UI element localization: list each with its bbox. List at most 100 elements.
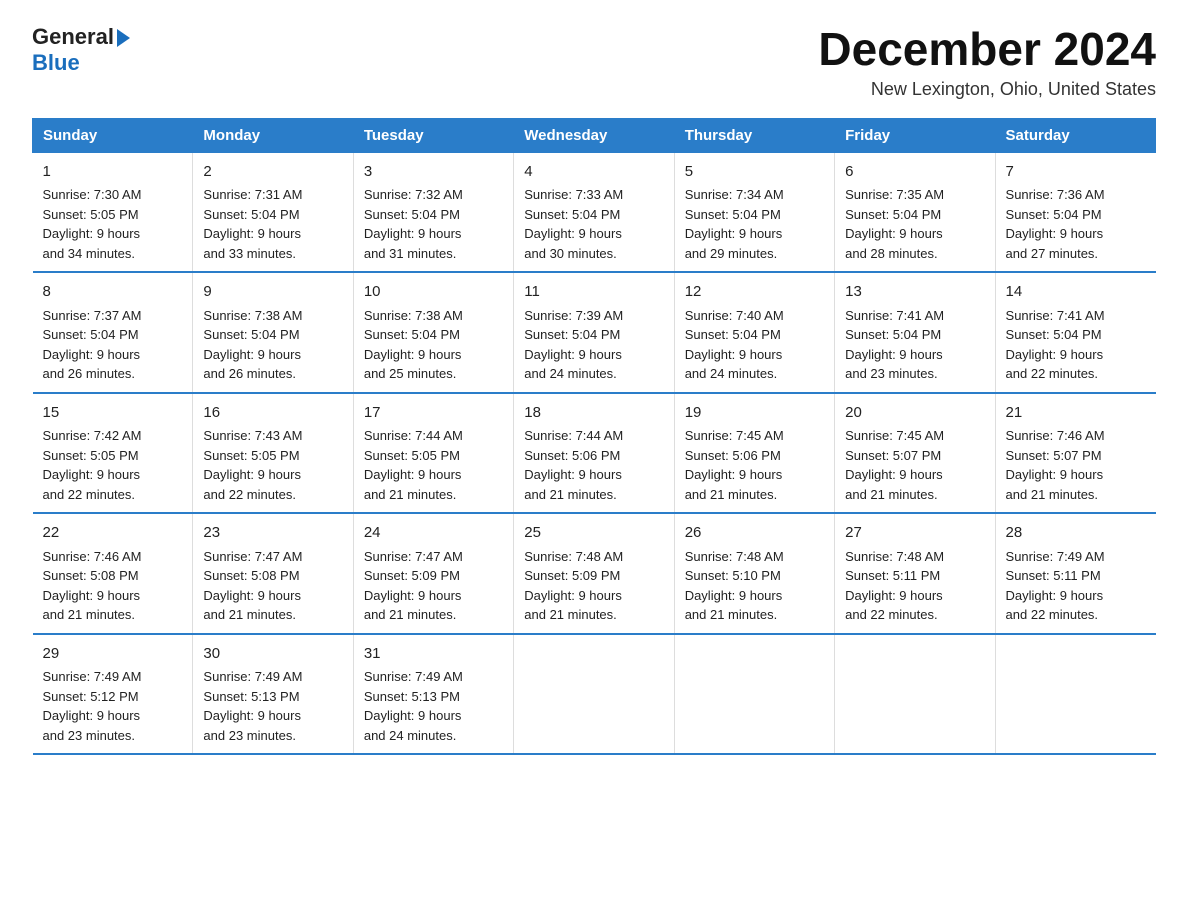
calendar-cell: 18 Sunrise: 7:44 AMSunset: 5:06 PMDaylig… (514, 393, 674, 514)
calendar-cell: 4 Sunrise: 7:33 AMSunset: 5:04 PMDayligh… (514, 152, 674, 272)
logo-arrow-icon (117, 29, 130, 47)
calendar-cell (674, 634, 834, 755)
calendar-cell: 24 Sunrise: 7:47 AMSunset: 5:09 PMDaylig… (353, 513, 513, 634)
calendar-cell: 22 Sunrise: 7:46 AMSunset: 5:08 PMDaylig… (33, 513, 193, 634)
page-header: General Blue December 2024 New Lexington… (32, 24, 1156, 100)
calendar-header: Sunday Monday Tuesday Wednesday Thursday… (33, 118, 1156, 152)
col-friday: Friday (835, 118, 995, 152)
day-info: Sunrise: 7:31 AMSunset: 5:04 PMDaylight:… (203, 187, 302, 261)
col-saturday: Saturday (995, 118, 1155, 152)
day-number: 19 (685, 402, 824, 425)
day-number: 12 (685, 281, 824, 304)
day-number: 15 (43, 402, 183, 425)
day-number: 23 (203, 522, 342, 545)
day-info: Sunrise: 7:49 AMSunset: 5:13 PMDaylight:… (203, 669, 302, 743)
calendar-cell: 1 Sunrise: 7:30 AMSunset: 5:05 PMDayligh… (33, 152, 193, 272)
calendar-cell: 5 Sunrise: 7:34 AMSunset: 5:04 PMDayligh… (674, 152, 834, 272)
calendar-week-row: 29 Sunrise: 7:49 AMSunset: 5:12 PMDaylig… (33, 634, 1156, 755)
day-info: Sunrise: 7:40 AMSunset: 5:04 PMDaylight:… (685, 308, 784, 382)
calendar-cell: 30 Sunrise: 7:49 AMSunset: 5:13 PMDaylig… (193, 634, 353, 755)
day-number: 21 (1006, 402, 1146, 425)
day-info: Sunrise: 7:48 AMSunset: 5:10 PMDaylight:… (685, 549, 784, 623)
day-number: 24 (364, 522, 503, 545)
calendar-cell: 17 Sunrise: 7:44 AMSunset: 5:05 PMDaylig… (353, 393, 513, 514)
day-info: Sunrise: 7:49 AMSunset: 5:12 PMDaylight:… (43, 669, 142, 743)
day-info: Sunrise: 7:49 AMSunset: 5:13 PMDaylight:… (364, 669, 463, 743)
calendar-cell: 23 Sunrise: 7:47 AMSunset: 5:08 PMDaylig… (193, 513, 353, 634)
calendar-cell: 9 Sunrise: 7:38 AMSunset: 5:04 PMDayligh… (193, 272, 353, 393)
day-number: 25 (524, 522, 663, 545)
day-info: Sunrise: 7:48 AMSunset: 5:09 PMDaylight:… (524, 549, 623, 623)
day-info: Sunrise: 7:42 AMSunset: 5:05 PMDaylight:… (43, 428, 142, 502)
title-section: December 2024 New Lexington, Ohio, Unite… (818, 24, 1156, 100)
day-info: Sunrise: 7:43 AMSunset: 5:05 PMDaylight:… (203, 428, 302, 502)
day-number: 31 (364, 643, 503, 666)
day-number: 26 (685, 522, 824, 545)
calendar-cell (835, 634, 995, 755)
day-number: 10 (364, 281, 503, 304)
calendar-week-row: 22 Sunrise: 7:46 AMSunset: 5:08 PMDaylig… (33, 513, 1156, 634)
day-number: 2 (203, 161, 342, 184)
calendar-cell: 28 Sunrise: 7:49 AMSunset: 5:11 PMDaylig… (995, 513, 1155, 634)
calendar-cell: 31 Sunrise: 7:49 AMSunset: 5:13 PMDaylig… (353, 634, 513, 755)
day-number: 6 (845, 161, 984, 184)
col-thursday: Thursday (674, 118, 834, 152)
day-number: 8 (43, 281, 183, 304)
location-subtitle: New Lexington, Ohio, United States (818, 79, 1156, 100)
day-info: Sunrise: 7:39 AMSunset: 5:04 PMDaylight:… (524, 308, 623, 382)
day-info: Sunrise: 7:33 AMSunset: 5:04 PMDaylight:… (524, 187, 623, 261)
calendar-cell: 3 Sunrise: 7:32 AMSunset: 5:04 PMDayligh… (353, 152, 513, 272)
day-info: Sunrise: 7:38 AMSunset: 5:04 PMDaylight:… (203, 308, 302, 382)
day-info: Sunrise: 7:35 AMSunset: 5:04 PMDaylight:… (845, 187, 944, 261)
calendar-week-row: 8 Sunrise: 7:37 AMSunset: 5:04 PMDayligh… (33, 272, 1156, 393)
month-title: December 2024 (818, 24, 1156, 75)
calendar-cell: 21 Sunrise: 7:46 AMSunset: 5:07 PMDaylig… (995, 393, 1155, 514)
day-number: 29 (43, 643, 183, 666)
calendar-cell: 27 Sunrise: 7:48 AMSunset: 5:11 PMDaylig… (835, 513, 995, 634)
calendar-cell: 29 Sunrise: 7:49 AMSunset: 5:12 PMDaylig… (33, 634, 193, 755)
calendar-cell (514, 634, 674, 755)
day-number: 22 (43, 522, 183, 545)
col-monday: Monday (193, 118, 353, 152)
day-info: Sunrise: 7:45 AMSunset: 5:07 PMDaylight:… (845, 428, 944, 502)
day-info: Sunrise: 7:41 AMSunset: 5:04 PMDaylight:… (1006, 308, 1105, 382)
day-number: 13 (845, 281, 984, 304)
day-number: 7 (1006, 161, 1146, 184)
header-row: Sunday Monday Tuesday Wednesday Thursday… (33, 118, 1156, 152)
day-info: Sunrise: 7:36 AMSunset: 5:04 PMDaylight:… (1006, 187, 1105, 261)
col-tuesday: Tuesday (353, 118, 513, 152)
calendar-week-row: 15 Sunrise: 7:42 AMSunset: 5:05 PMDaylig… (33, 393, 1156, 514)
day-info: Sunrise: 7:48 AMSunset: 5:11 PMDaylight:… (845, 549, 944, 623)
day-number: 27 (845, 522, 984, 545)
day-number: 20 (845, 402, 984, 425)
col-wednesday: Wednesday (514, 118, 674, 152)
calendar-table: Sunday Monday Tuesday Wednesday Thursday… (32, 118, 1156, 756)
day-number: 16 (203, 402, 342, 425)
day-number: 30 (203, 643, 342, 666)
day-info: Sunrise: 7:46 AMSunset: 5:08 PMDaylight:… (43, 549, 142, 623)
calendar-cell: 13 Sunrise: 7:41 AMSunset: 5:04 PMDaylig… (835, 272, 995, 393)
day-info: Sunrise: 7:44 AMSunset: 5:06 PMDaylight:… (524, 428, 623, 502)
logo-general-text: General (32, 24, 114, 50)
day-number: 28 (1006, 522, 1146, 545)
calendar-cell: 19 Sunrise: 7:45 AMSunset: 5:06 PMDaylig… (674, 393, 834, 514)
calendar-cell: 7 Sunrise: 7:36 AMSunset: 5:04 PMDayligh… (995, 152, 1155, 272)
day-info: Sunrise: 7:32 AMSunset: 5:04 PMDaylight:… (364, 187, 463, 261)
day-info: Sunrise: 7:38 AMSunset: 5:04 PMDaylight:… (364, 308, 463, 382)
day-info: Sunrise: 7:47 AMSunset: 5:08 PMDaylight:… (203, 549, 302, 623)
calendar-cell: 11 Sunrise: 7:39 AMSunset: 5:04 PMDaylig… (514, 272, 674, 393)
calendar-cell: 25 Sunrise: 7:48 AMSunset: 5:09 PMDaylig… (514, 513, 674, 634)
calendar-body: 1 Sunrise: 7:30 AMSunset: 5:05 PMDayligh… (33, 152, 1156, 754)
day-number: 18 (524, 402, 663, 425)
day-number: 5 (685, 161, 824, 184)
logo: General Blue (32, 24, 130, 76)
calendar-week-row: 1 Sunrise: 7:30 AMSunset: 5:05 PMDayligh… (33, 152, 1156, 272)
calendar-cell: 14 Sunrise: 7:41 AMSunset: 5:04 PMDaylig… (995, 272, 1155, 393)
day-info: Sunrise: 7:37 AMSunset: 5:04 PMDaylight:… (43, 308, 142, 382)
day-number: 9 (203, 281, 342, 304)
calendar-cell: 16 Sunrise: 7:43 AMSunset: 5:05 PMDaylig… (193, 393, 353, 514)
calendar-cell: 20 Sunrise: 7:45 AMSunset: 5:07 PMDaylig… (835, 393, 995, 514)
calendar-cell: 12 Sunrise: 7:40 AMSunset: 5:04 PMDaylig… (674, 272, 834, 393)
calendar-cell: 6 Sunrise: 7:35 AMSunset: 5:04 PMDayligh… (835, 152, 995, 272)
day-info: Sunrise: 7:34 AMSunset: 5:04 PMDaylight:… (685, 187, 784, 261)
